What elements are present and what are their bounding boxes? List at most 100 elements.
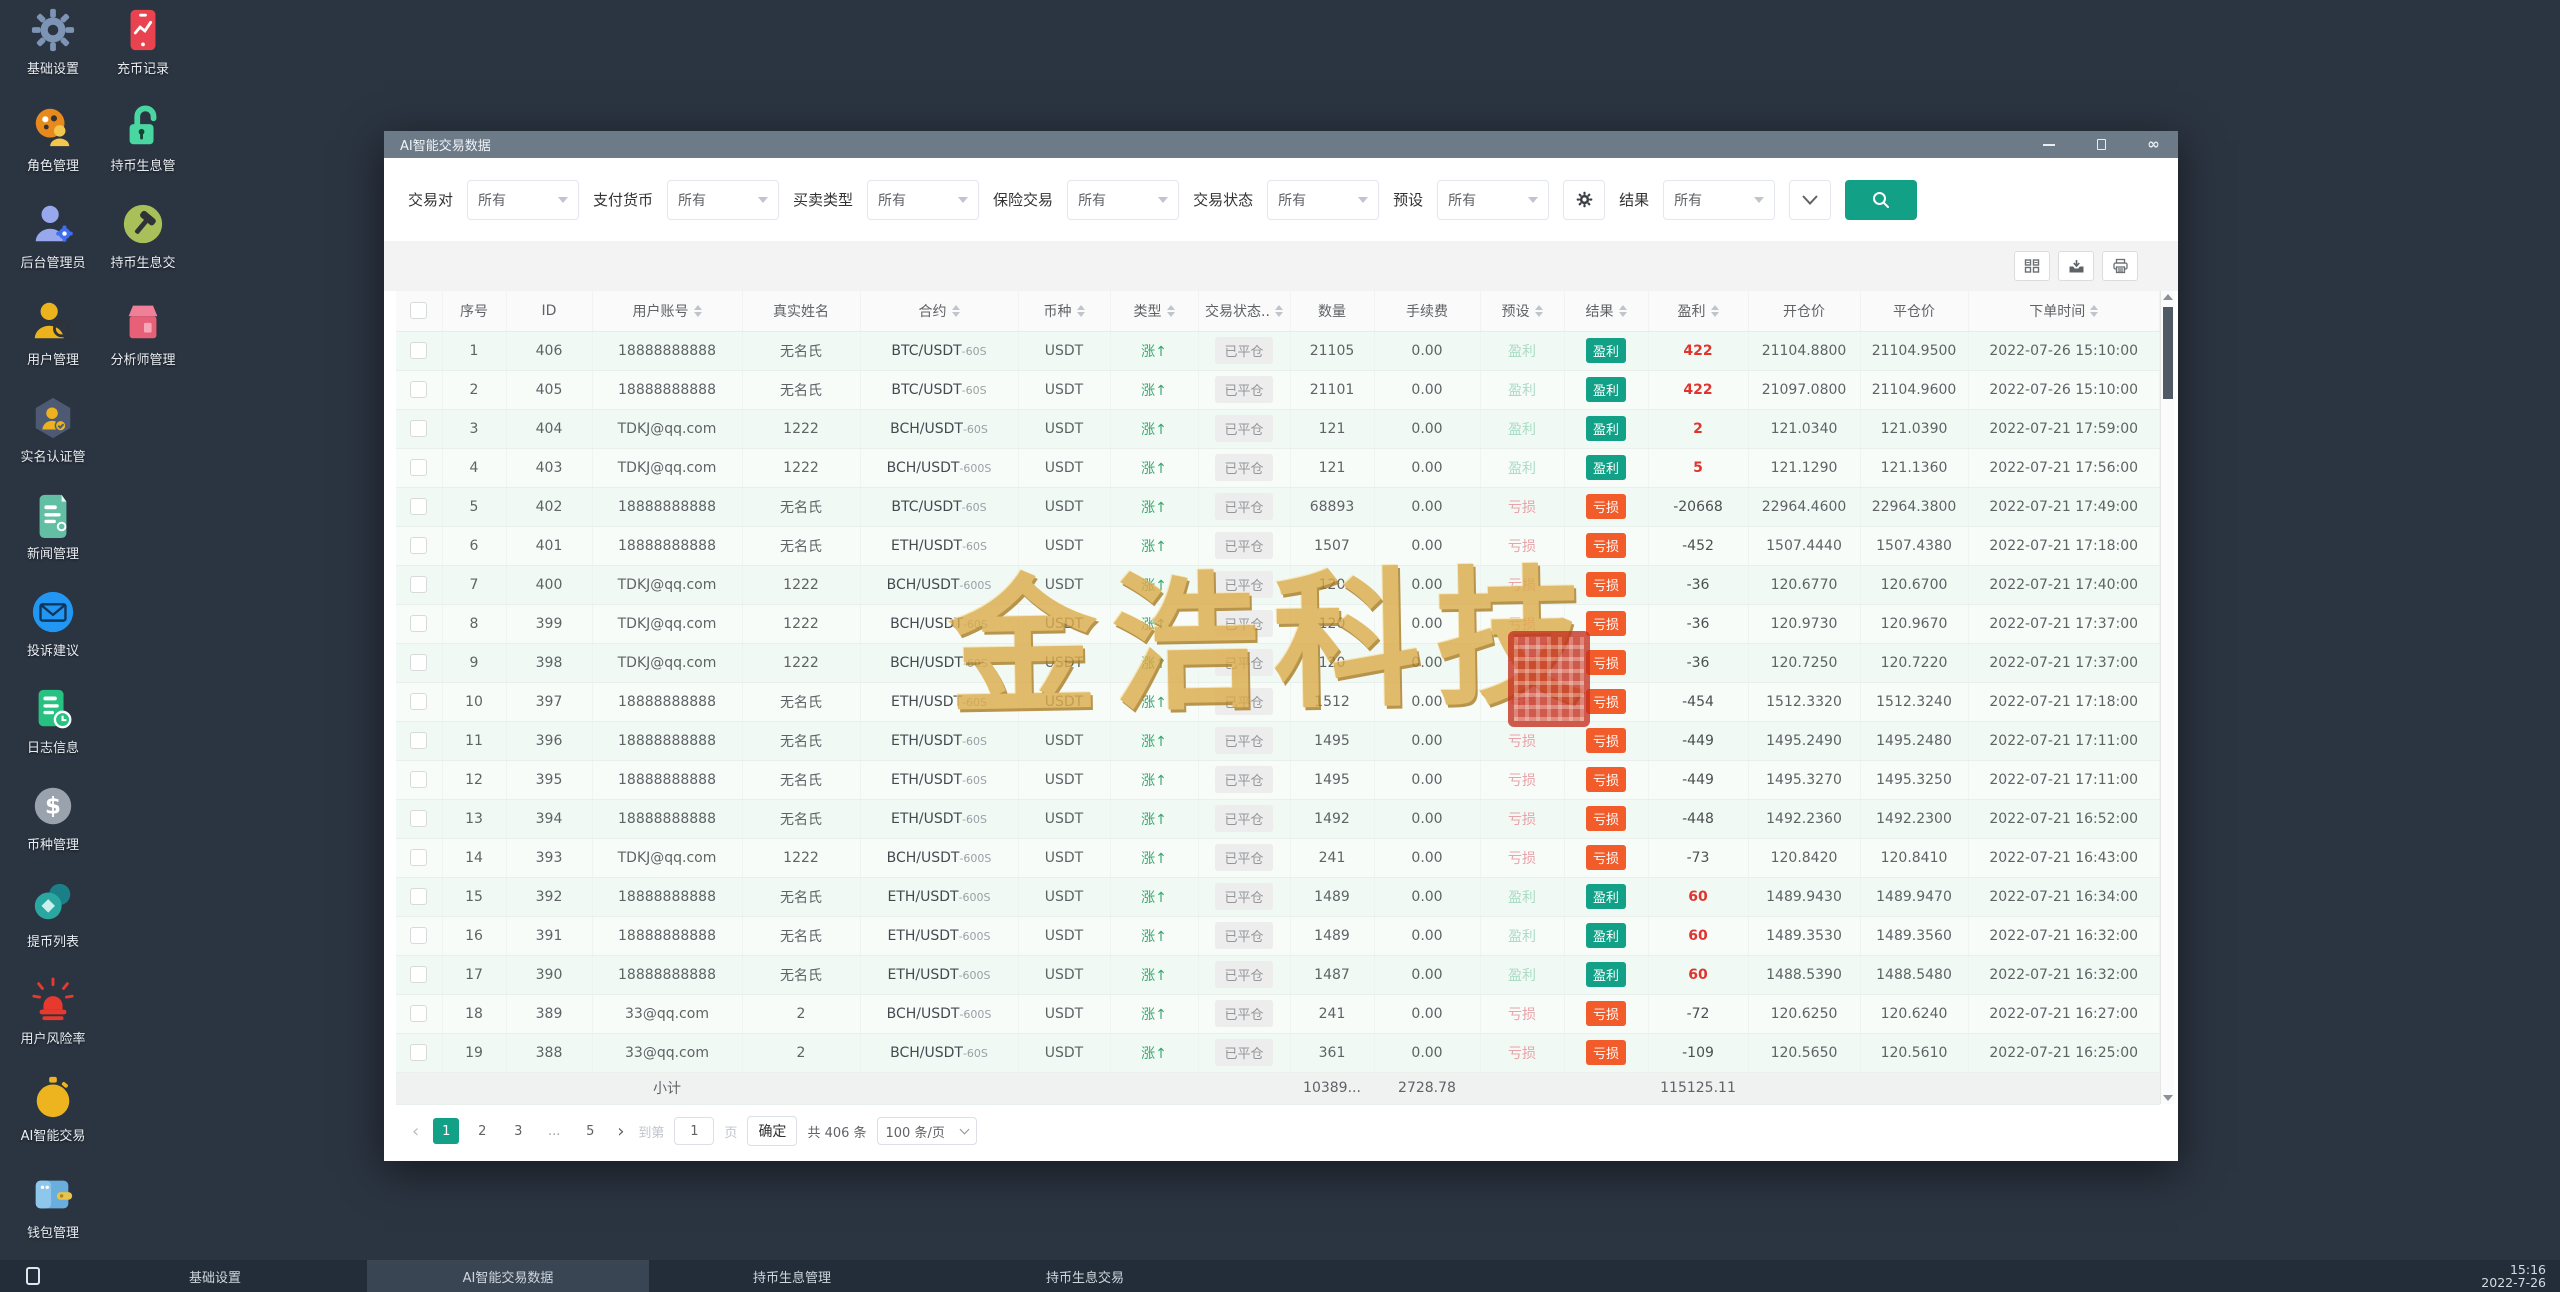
row-checkbox[interactable] <box>410 459 427 476</box>
desktop-icon-log[interactable]: 日志信息 <box>8 685 98 782</box>
column-header-profit[interactable]: 盈利 <box>1648 291 1748 331</box>
sort-icon[interactable] <box>1167 305 1175 317</box>
row-checkbox[interactable] <box>410 1005 427 1022</box>
row-checkbox[interactable] <box>410 1044 427 1061</box>
desktop-icon-admin[interactable]: 后台管理员 <box>8 200 98 297</box>
row-checkbox[interactable] <box>410 420 427 437</box>
column-header-time[interactable]: 下单时间 <box>1968 291 2160 331</box>
sort-icon[interactable] <box>2090 305 2098 317</box>
sort-icon[interactable] <box>694 305 702 317</box>
desktop-icon-coins[interactable]: 提币列表 <box>8 879 98 976</box>
profit-value: 2 <box>1693 421 1703 437</box>
desktop-icon-stopwatch[interactable]: AI智能交易 <box>8 1073 98 1170</box>
column-header-result[interactable]: 结果 <box>1564 291 1648 331</box>
column-grid-button[interactable] <box>2014 251 2050 281</box>
desktop-icon-mail[interactable]: 投诉建议 <box>8 588 98 685</box>
filter-select-result[interactable]: 所有 <box>1663 180 1775 220</box>
row-checkbox[interactable] <box>410 498 427 515</box>
taskbar-tab-4[interactable]: 持币生息交易 <box>1005 1260 1165 1292</box>
desktop-icon-hammer[interactable]: 持币生息交 <box>98 200 188 297</box>
filter-select-trade_type[interactable]: 所有 <box>867 180 979 220</box>
column-header-acc[interactable]: 用户账号 <box>592 291 742 331</box>
sort-icon[interactable] <box>1077 305 1085 317</box>
taskbar-tab-2[interactable]: AI智能交易数据 <box>367 1260 649 1292</box>
desktop-icon-recharge[interactable]: 充币记录 <box>98 6 188 103</box>
filter-select-pay_currency[interactable]: 所有 <box>667 180 779 220</box>
filter-expand-button[interactable] <box>1789 180 1831 220</box>
desktop-icon-usersearch[interactable]: 用户管理 <box>8 297 98 394</box>
cell-id: 401 <box>506 526 592 565</box>
sort-icon[interactable] <box>1535 305 1543 317</box>
row-checkbox[interactable] <box>410 576 427 593</box>
filter-select-pair[interactable]: 所有 <box>467 180 579 220</box>
desktop-icon-gear[interactable]: 基础设置 <box>8 6 98 103</box>
column-header-type[interactable]: 类型 <box>1110 291 1198 331</box>
next-page-button[interactable]: › <box>613 1121 628 1142</box>
page-button-2[interactable]: 2 <box>469 1118 495 1144</box>
desktop-icon-dollar[interactable]: $币种管理 <box>8 782 98 879</box>
desktop-icon-lock[interactable]: 持币生息管 <box>98 103 188 200</box>
per-page-select[interactable]: 100 条/页 <box>877 1117 977 1145</box>
filter-select-insurance[interactable]: 所有 <box>1067 180 1179 220</box>
column-header-status[interactable]: 交易状态.. <box>1198 291 1290 331</box>
start-button[interactable] <box>26 1267 40 1285</box>
sort-icon[interactable] <box>952 305 960 317</box>
row-checkbox[interactable] <box>410 615 427 632</box>
result-badge: 亏损 <box>1586 1040 1626 1065</box>
row-checkbox[interactable] <box>410 654 427 671</box>
prev-page-button[interactable]: ‹ <box>408 1121 423 1142</box>
filter-settings-button[interactable] <box>1563 180 1605 220</box>
taskbar-tab-1[interactable]: 基础设置 <box>148 1260 282 1292</box>
select-all-checkbox[interactable] <box>410 302 427 319</box>
table-toolbar <box>384 241 2178 291</box>
scrollbar-thumb[interactable] <box>2163 307 2173 399</box>
desktop-icon-roles[interactable]: 角色管理 <box>8 103 98 200</box>
column-header-cur[interactable]: 币种 <box>1018 291 1110 331</box>
maximize-button[interactable] <box>2092 136 2110 154</box>
profit-value: -449 <box>1682 772 1714 788</box>
cell-fee: 0.00 <box>1374 1033 1480 1072</box>
window-extra-button[interactable]: ∞ <box>2144 136 2162 154</box>
row-checkbox[interactable] <box>410 771 427 788</box>
taskbar-tab-3[interactable]: 持币生息管理 <box>712 1260 872 1292</box>
row-checkbox[interactable] <box>410 966 427 983</box>
scroll-down-arrow-icon[interactable] <box>2163 1095 2173 1101</box>
row-checkbox[interactable] <box>410 381 427 398</box>
search-button[interactable] <box>1845 180 1917 220</box>
row-checkbox[interactable] <box>410 537 427 554</box>
desktop-icon-idverify[interactable]: 实名认证管 <box>8 394 98 491</box>
desktop-icon-store[interactable]: 分析师管理 <box>98 297 188 394</box>
row-checkbox[interactable] <box>410 693 427 710</box>
cell-i: 19 <box>442 1033 506 1072</box>
desktop-icon-news[interactable]: 新闻管理 <box>8 491 98 588</box>
cell-fee: 0.00 <box>1374 682 1480 721</box>
sort-icon[interactable] <box>1275 305 1283 317</box>
page-button-5[interactable]: 5 <box>577 1118 603 1144</box>
sort-icon[interactable] <box>1619 305 1627 317</box>
desktop-icon-siren[interactable]: 用户风险率 <box>8 976 98 1073</box>
row-checkbox[interactable] <box>410 888 427 905</box>
goto-page-input[interactable] <box>674 1117 714 1145</box>
scroll-up-arrow-icon[interactable] <box>2163 294 2173 300</box>
page-button-3[interactable]: 3 <box>505 1118 531 1144</box>
print-button[interactable] <box>2102 251 2138 281</box>
column-header-con[interactable]: 合约 <box>860 291 1018 331</box>
export-button[interactable] <box>2058 251 2094 281</box>
row-checkbox[interactable] <box>410 810 427 827</box>
profit-value: -109 <box>1682 1045 1714 1061</box>
cell-preset: 亏损 <box>1480 604 1564 643</box>
desktop-icon-wallet[interactable]: 钱包管理 <box>8 1170 98 1267</box>
row-checkbox[interactable] <box>410 927 427 944</box>
minimize-button[interactable] <box>2040 136 2058 154</box>
column-header-preset[interactable]: 预设 <box>1480 291 1564 331</box>
filter-label-pay_currency: 支付货币 <box>593 189 653 210</box>
row-checkbox[interactable] <box>410 849 427 866</box>
confirm-button[interactable]: 确定 <box>747 1116 797 1146</box>
filter-select-trade_status[interactable]: 所有 <box>1267 180 1379 220</box>
page-button-1[interactable]: 1 <box>433 1118 459 1144</box>
filter-select-preset[interactable]: 所有 <box>1437 180 1549 220</box>
preset-label: 亏损 <box>1508 617 1536 633</box>
row-checkbox[interactable] <box>410 342 427 359</box>
sort-icon[interactable] <box>1711 305 1719 317</box>
row-checkbox[interactable] <box>410 732 427 749</box>
